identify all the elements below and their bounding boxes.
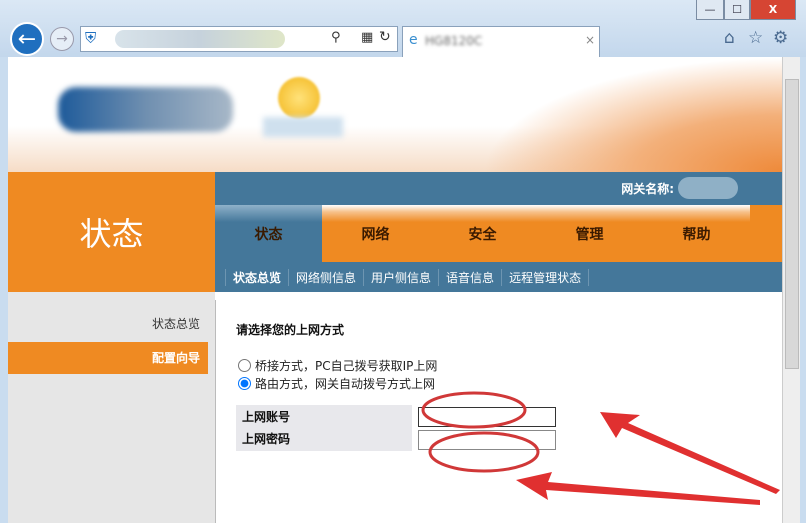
annotation-ellipse-account	[421, 391, 527, 429]
annotation-overlay	[421, 391, 780, 505]
annotation-arrow-password	[516, 472, 760, 505]
annotation-ellipse-password	[428, 431, 540, 473]
annotation-arrow-account	[600, 412, 780, 494]
